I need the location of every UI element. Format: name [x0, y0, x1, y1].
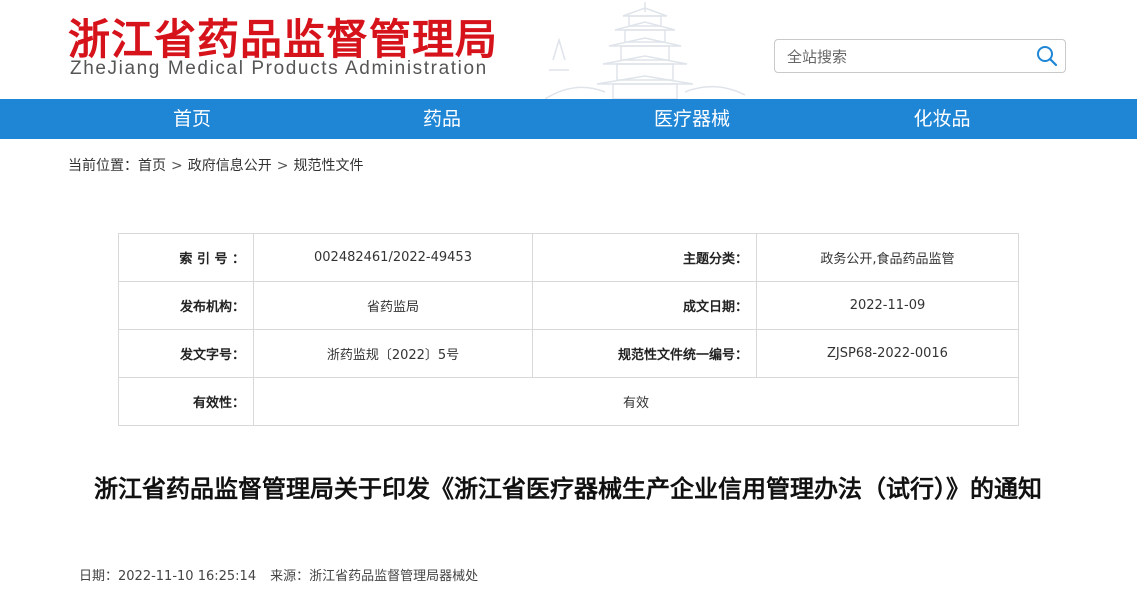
source-label: 来源：: [270, 569, 310, 584]
search-icon[interactable]: [1035, 44, 1059, 68]
breadcrumb-separator: >: [171, 158, 183, 174]
pagoda-watermark: [545, 2, 745, 99]
publish-date: 2022-11-10 16:25:14: [118, 569, 257, 584]
validity-label: 有效性：: [118, 377, 254, 426]
breadcrumb-normative-docs[interactable]: 规范性文件: [293, 155, 363, 175]
table-row: 发文字号： 浙药监规〔2022〕5号 规范性文件统一编号： ZJSP68-202…: [118, 329, 1019, 378]
table-row: 索 引 号 ： 002482461/2022-49453 主题分类： 政务公开,…: [118, 233, 1019, 282]
nav-item-cosmetics[interactable]: 化妆品: [862, 99, 1022, 139]
site-subtitle: ZheJiang Medical Products Administration: [70, 58, 488, 79]
article-title: 浙江省药品监督管理局关于印发《浙江省医疗器械生产企业信用管理办法（试行）》的通知: [94, 475, 1042, 503]
search-input[interactable]: [785, 40, 1029, 74]
topic-value: 政务公开,食品药品监管: [756, 233, 1019, 282]
index-label: 索 引 号 ：: [118, 233, 254, 282]
breadcrumb-prefix: 当前位置：: [68, 158, 138, 174]
breadcrumb-gov-info[interactable]: 政府信息公开: [188, 155, 272, 175]
source: 浙江省药品监督管理局器械处: [309, 569, 479, 584]
breadcrumb-home[interactable]: 首页: [138, 155, 166, 175]
validity-value: 有效: [253, 377, 1019, 426]
nav-item-medical-devices[interactable]: 医疗器械: [612, 99, 772, 139]
table-row: 有效性： 有效: [118, 377, 1019, 426]
publisher-label: 发布机构：: [118, 281, 254, 330]
unified-code-label: 规范性文件统一编号：: [532, 329, 757, 378]
index-value: 002482461/2022-49453: [253, 233, 533, 282]
publisher-value: 省药监局: [253, 281, 533, 330]
main-nav: 首页 药品 医疗器械 化妆品: [0, 99, 1137, 139]
breadcrumb: 当前位置：首页 > 政府信息公开 > 规范性文件: [68, 155, 363, 175]
search-box: [774, 39, 1066, 74]
date-value: 2022-11-09: [756, 281, 1019, 330]
breadcrumb-separator: >: [276, 158, 289, 174]
topic-label: 主题分类：: [532, 233, 757, 282]
site-header: 浙江省药品监督管理局 ZheJiang Medical Products Adm…: [0, 0, 1137, 99]
publish-date-label: 日期：: [79, 569, 119, 584]
doc-number-value: 浙药监规〔2022〕5号: [253, 329, 533, 378]
unified-code-value: ZJSP68-2022-0016: [756, 329, 1019, 378]
nav-item-drugs[interactable]: 药品: [362, 99, 522, 139]
article-meta: 日期：2022-11-10 16:25:14 来源：浙江省药品监督管理局器械处: [79, 565, 478, 584]
nav-item-home[interactable]: 首页: [112, 99, 272, 139]
doc-number-label: 发文字号：: [118, 329, 254, 378]
document-meta-table: 索 引 号 ： 002482461/2022-49453 主题分类： 政务公开,…: [118, 233, 1019, 426]
table-row: 发布机构： 省药监局 成文日期： 2022-11-09: [118, 281, 1019, 330]
date-label: 成文日期：: [532, 281, 757, 330]
